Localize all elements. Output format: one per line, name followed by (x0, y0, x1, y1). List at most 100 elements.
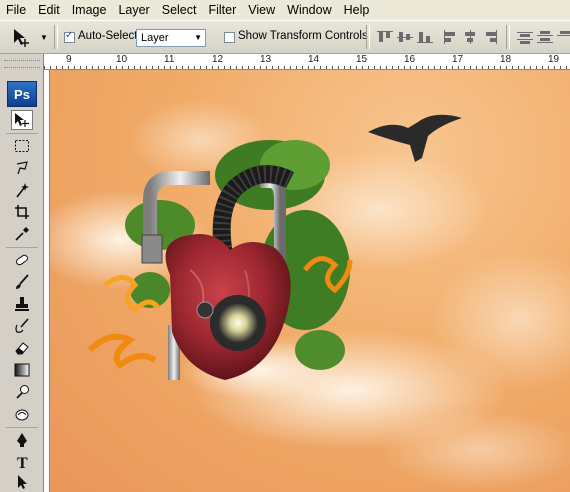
type-tool[interactable]: T (11, 452, 33, 472)
ruler-tick (332, 66, 333, 69)
ruler-tick (218, 66, 219, 69)
ruler-tick (308, 66, 309, 69)
distribute-vcenter-icon[interactable] (536, 29, 554, 45)
ruler-tick (98, 66, 99, 69)
ruler-label: 12 (212, 54, 224, 65)
distribute-bottom-icon[interactable] (556, 29, 570, 45)
ruler-tick (272, 66, 273, 69)
artwork-image (50, 100, 570, 490)
ruler-tick (176, 66, 177, 69)
ruler-tick (554, 66, 555, 69)
ruler-tick (110, 66, 111, 69)
horizontal-ruler[interactable]: 9 10 11 12 13 14 15 16 17 18 19 (44, 54, 570, 70)
auto-select-dropdown[interactable]: Layer ▼ (136, 29, 206, 47)
gradient-tool[interactable] (11, 360, 33, 380)
ruler-tick (434, 66, 435, 69)
ruler-tick (278, 66, 279, 69)
menu-view[interactable]: View (242, 0, 281, 20)
ruler-tick (188, 66, 189, 69)
marquee-tool[interactable] (11, 136, 33, 156)
magic-wand-tool[interactable] (11, 180, 33, 200)
align-right-icon[interactable] (482, 29, 500, 45)
move-tool[interactable] (11, 110, 33, 130)
ruler-tick (212, 66, 213, 69)
ruler-tick (518, 66, 519, 69)
ruler-tick (152, 66, 153, 69)
menu-window[interactable]: Window (281, 0, 337, 20)
ruler-tick (548, 66, 549, 69)
auto-select-checkbox[interactable] (64, 30, 75, 43)
svg-text:T: T (17, 455, 28, 470)
path-select-icon (18, 475, 27, 489)
ruler-tick (314, 66, 315, 69)
ruler-label: 14 (308, 54, 320, 65)
eyedropper-tool[interactable] (11, 224, 33, 244)
ruler-tick (356, 66, 357, 69)
ruler-tick (170, 66, 171, 69)
align-top-icon[interactable] (376, 29, 394, 45)
tool-preset-arrow-icon[interactable]: ▼ (40, 33, 48, 42)
menu-file[interactable]: File (0, 0, 32, 20)
ruler-tick (116, 66, 117, 69)
options-grip-2 (366, 25, 370, 49)
toolbox-separator (6, 427, 38, 428)
ruler-tick (290, 66, 291, 69)
ruler-label: 19 (548, 54, 560, 65)
align-vcenter-icon[interactable] (396, 29, 414, 45)
menu-image[interactable]: Image (66, 0, 113, 20)
ruler-label: 10 (116, 54, 128, 65)
show-transform-label: Show Transform Controls (238, 30, 368, 42)
ruler-tick (140, 66, 141, 69)
crop-icon (15, 205, 29, 219)
align-left-icon[interactable] (442, 29, 460, 45)
menu-select[interactable]: Select (156, 0, 203, 20)
burn-tool[interactable] (11, 404, 33, 424)
document-canvas[interactable] (50, 70, 570, 492)
history-brush-tool[interactable] (11, 316, 33, 336)
menu-help[interactable]: Help (338, 0, 376, 20)
align-hcenter-icon[interactable] (462, 29, 480, 45)
healing-brush-tool[interactable] (11, 250, 33, 270)
ruler-tick (392, 66, 393, 69)
show-transform-checkbox[interactable] (224, 32, 235, 43)
ruler-tick (560, 66, 561, 69)
ruler-tick (566, 66, 567, 69)
pen-tool[interactable] (11, 430, 33, 450)
tool-preset-picker[interactable] (10, 27, 32, 49)
ps-logo[interactable]: Ps (7, 81, 37, 107)
ruler-tick (482, 66, 483, 69)
marquee-icon (15, 140, 29, 152)
toolbox-panel: Ps T (0, 54, 44, 492)
align-bottom-icon[interactable] (416, 29, 434, 45)
ruler-tick (296, 66, 297, 69)
ruler-label: 11 (164, 54, 175, 65)
brush-tool[interactable] (11, 272, 33, 292)
ruler-tick (506, 66, 507, 69)
eraser-icon (15, 342, 29, 355)
clone-stamp-tool[interactable] (11, 294, 33, 314)
toolbox-grip[interactable] (4, 60, 40, 68)
brush-icon (16, 274, 29, 289)
dodge-icon (16, 385, 29, 399)
ruler-tick (404, 66, 405, 69)
options-grip (54, 25, 58, 49)
ruler-tick (476, 66, 477, 69)
ruler-tick (254, 66, 255, 69)
lasso-tool[interactable] (11, 158, 33, 178)
eraser-tool[interactable] (11, 338, 33, 358)
magic-wand-icon (16, 183, 29, 198)
ruler-tick (416, 66, 417, 69)
crop-tool[interactable] (11, 202, 33, 222)
ruler-tick (62, 66, 63, 69)
menu-layer[interactable]: Layer (112, 0, 155, 20)
distribute-top-icon[interactable] (516, 29, 534, 45)
ruler-tick (380, 66, 381, 69)
ruler-tick (320, 66, 321, 69)
auto-select-value: Layer (141, 32, 169, 44)
menu-filter[interactable]: Filter (202, 0, 242, 20)
ruler-tick (122, 66, 123, 69)
dodge-tool[interactable] (11, 382, 33, 402)
ruler-tick (386, 66, 387, 69)
path-select-tool[interactable] (11, 472, 33, 492)
menu-edit[interactable]: Edit (32, 0, 66, 20)
